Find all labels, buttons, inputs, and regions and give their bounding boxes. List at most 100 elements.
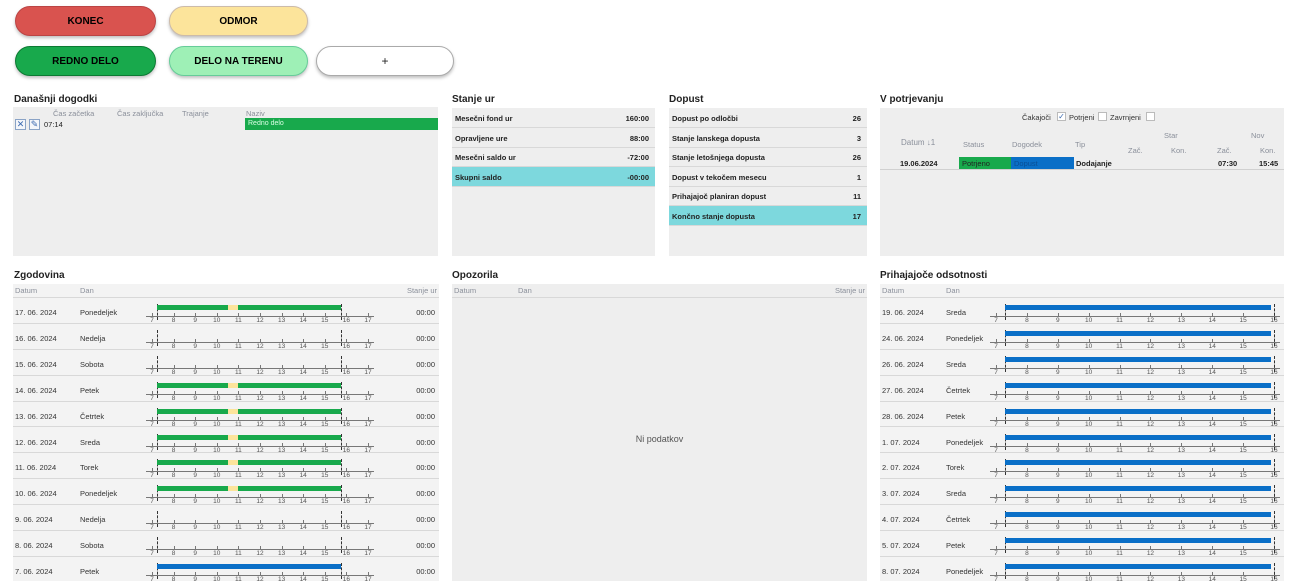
timeline-tick	[216, 546, 218, 550]
timeline-tick	[1088, 442, 1090, 446]
timeline-tick	[238, 572, 240, 575]
col-trajanje: Trajanje	[182, 109, 209, 118]
timeline-tick	[152, 494, 153, 498]
timeline-tick	[1212, 468, 1214, 472]
dopust-label: Končno stanje dopusta	[672, 211, 755, 221]
timeline: 7 8 9 10 11 12 13 14 15 16	[990, 535, 1280, 557]
filter-potrjeni-checkbox[interactable]	[1098, 112, 1107, 121]
history-row[interactable]: 13. 06. 2024 Četrtek 00:00 7 8 9 10 11 12 13 14 15 1…	[13, 402, 439, 428]
odmor-button[interactable]: ODMOR	[169, 6, 308, 36]
dopust-row: Stanje letošnjega dopusta 26	[669, 147, 867, 167]
work-segment	[157, 305, 228, 310]
history-row[interactable]: 10. 06. 2024 Ponedeljek 00:00 7 8 9 10 11 12 13 14…	[13, 479, 439, 505]
timeline-marker	[1274, 537, 1275, 554]
absence-row[interactable]: 19. 06. 2024 Sreda 7 8 9 10 11 12 13 14 15 16	[880, 298, 1284, 324]
timeline-marker	[157, 511, 159, 528]
leave-segment	[1005, 356, 1271, 362]
history-day: Petek	[80, 567, 100, 576]
timeline-tick	[368, 520, 369, 524]
history-row[interactable]: 12. 06. 2024 Sreda 00:00 7 8 9 10 11 12 13 14 15 16 1…	[13, 428, 439, 454]
timeline-tick	[1150, 468, 1152, 472]
delete-icon[interactable]: ✕	[15, 119, 26, 130]
absence-date: 28. 06. 2024	[882, 411, 924, 421]
timeline-tick	[346, 338, 348, 342]
timeline-tick	[368, 390, 369, 394]
timeline-tick	[260, 364, 261, 368]
timeline-tick	[260, 338, 261, 342]
zgod-col-datum: Datum	[15, 286, 38, 295]
history-row[interactable]: 8. 06. 2024 Sobota 00:00 7 8 9 10 11 12 13 14 15 16 1…	[13, 531, 439, 557]
timeline-tick	[260, 546, 261, 550]
stanje-row: Skupni saldo -00:00	[452, 166, 655, 187]
add-button[interactable]: +	[316, 46, 454, 76]
absence-row[interactable]: 27. 06. 2024 Četrtek 7 8 9 10 11 12 13 14 15 16	[880, 376, 1284, 402]
timeline-hour-label: 8	[171, 576, 176, 581]
timeline-tick	[1057, 572, 1059, 575]
timeline-tick	[996, 494, 997, 498]
timeline-tick	[1181, 364, 1183, 368]
today-event-name[interactable]: Redno delo	[245, 118, 438, 130]
leave-segment	[1005, 460, 1271, 466]
delo-na-terenu-button[interactable]: DELO NA TERENU	[169, 46, 308, 76]
absence-row[interactable]: 4. 07. 2024 Četrtek 7 8 9 10 11 12 13 14 15 16	[880, 505, 1284, 531]
timeline-tick	[996, 520, 997, 524]
history-row[interactable]: 11. 06. 2024 Torek 00:00 7 8 9 10 11 12 13 14 15 16 1…	[13, 453, 439, 479]
timeline-tick	[1119, 364, 1121, 368]
timeline-tick	[173, 313, 175, 316]
timeline-tick	[216, 468, 218, 472]
col-cas-zacetka: Čas začetka	[53, 109, 95, 118]
ods-col-dan: Dan	[946, 286, 960, 295]
timeline-marker	[341, 433, 342, 450]
absence-row[interactable]: 8. 07. 2024 Ponedeljek 7 8 9 10 11 12 13 14 15 16	[880, 557, 1284, 581]
timeline-tick	[1119, 442, 1121, 446]
timeline-tick	[152, 520, 153, 524]
absence-row[interactable]: 26. 06. 2024 Sreda 7 8 9 10 11 12 13 14 15 16	[880, 350, 1284, 376]
odsotnosti-title: Prihajajoče odsotnosti	[880, 270, 988, 281]
break-segment	[227, 460, 239, 466]
absence-row[interactable]: 1. 07. 2024 Ponedeljek 7 8 9 10 11 12 13 14 15 16	[880, 428, 1284, 454]
break-segment	[227, 382, 239, 388]
absence-row[interactable]: 24. 06. 2024 Ponedeljek 7 8 9 10 11 12 13 14 15 16	[880, 324, 1284, 350]
timeline-tick	[173, 364, 175, 368]
timeline-tick	[1088, 546, 1090, 550]
history-row[interactable]: 9. 06. 2024 Nedelja 00:00 7 8 9 10 11 12 13 14 15 16…	[13, 505, 439, 531]
timeline-tick	[1057, 416, 1059, 420]
timeline-hour-label: 10	[1085, 576, 1093, 581]
absence-day: Četrtek	[946, 515, 971, 525]
timeline-tick	[996, 572, 997, 575]
work-segment	[157, 382, 228, 388]
history-row[interactable]: 17. 06. 2024 Ponedeljek 00:00 7 8 9 10 11 12 13 14…	[13, 298, 439, 324]
timeline-marker	[1274, 459, 1275, 476]
dopust-value: 1	[856, 172, 861, 182]
timeline-tick	[195, 338, 197, 342]
edit-icon[interactable]: ✎	[29, 119, 40, 130]
timeline-hour-label: 7	[150, 576, 154, 581]
timeline-tick	[1150, 494, 1152, 498]
timeline-tick	[281, 338, 283, 342]
timeline-tick	[1057, 364, 1059, 368]
history-row[interactable]: 7. 06. 2024 Petek 00:00 7 8 9 10 11 12 13 14 15 16 17	[13, 557, 439, 581]
timeline-tick	[152, 442, 153, 446]
timeline-tick	[260, 416, 261, 420]
redno-delo-button[interactable]: REDNO DELO	[15, 46, 156, 76]
konec-button[interactable]: KONEC	[15, 6, 156, 36]
history-row[interactable]: 14. 06. 2024 Petek 00:00 7 8 9 10 11 12 13 14 15 16 1…	[13, 376, 439, 402]
timeline-tick	[1243, 338, 1245, 342]
absence-row[interactable]: 2. 07. 2024 Torek 7 8 9 10 11 12 13 14 15 16	[880, 453, 1284, 479]
absence-row[interactable]: 5. 07. 2024 Petek 7 8 9 10 11 12 13 14 15 16	[880, 531, 1284, 557]
absence-row[interactable]: 28. 06. 2024 Petek 7 8 9 10 11 12 13 14 15 16	[880, 402, 1284, 428]
filter-zavrnjeni-checkbox[interactable]	[1146, 112, 1155, 121]
timeline: 7 8 9 10 11 12 13 14 15 16	[990, 561, 1280, 581]
timeline-hour-label: 13	[277, 576, 286, 581]
history-row[interactable]: 16. 06. 2024 Nedelja 00:00 7 8 9 10 11 12 13 14 15 1…	[13, 324, 439, 350]
col-datum[interactable]: Datum ↓1	[901, 138, 935, 147]
absence-day: Sreda	[946, 308, 967, 317]
absence-row[interactable]: 3. 07. 2024 Sreda 7 8 9 10 11 12 13 14 15 16	[880, 479, 1284, 505]
timeline-tick	[238, 546, 240, 550]
pending-row[interactable]: 19.06.2024 Potrjeno Dopust Dodajanje 07:…	[880, 157, 1284, 170]
timeline-tick	[1119, 416, 1121, 420]
history-row[interactable]: 15. 06. 2024 Sobota 00:00 7 8 9 10 11 12 13 14 15 16…	[13, 350, 439, 376]
filter-cakajoci-checkbox[interactable]: ✓	[1057, 112, 1066, 121]
dopust-row: Dopust v tekočem mesecu 1	[669, 167, 867, 187]
timeline-axis	[990, 341, 1280, 343]
